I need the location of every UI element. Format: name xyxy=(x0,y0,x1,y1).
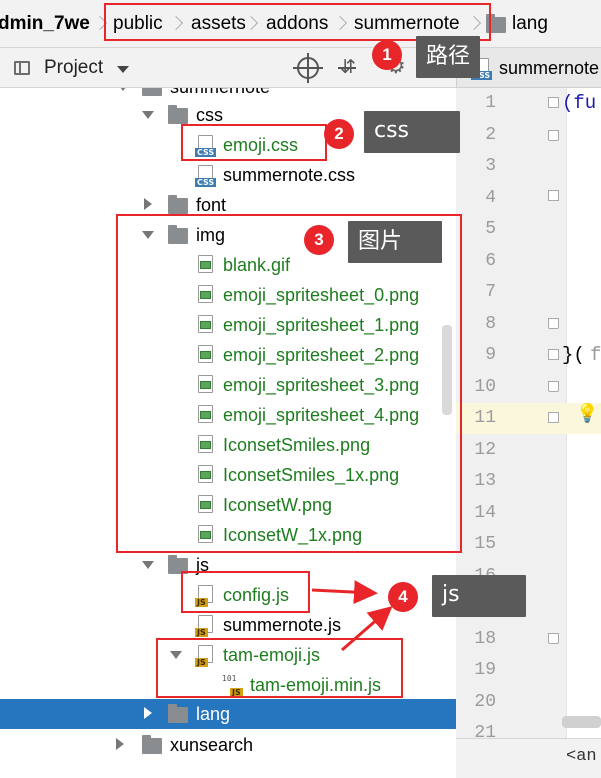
expand-arrow-icon[interactable] xyxy=(142,561,154,569)
fold-marker-icon[interactable] xyxy=(548,349,559,360)
annotation-box-tam-emoji xyxy=(156,638,403,698)
tree-label: font xyxy=(196,195,227,215)
annotation-badge-4: 4 xyxy=(388,582,418,612)
tree-label: summernote.css xyxy=(223,165,356,185)
fold-marker-icon[interactable] xyxy=(548,318,559,329)
line-number: 20 xyxy=(474,692,496,712)
fold-marker-icon[interactable] xyxy=(548,190,559,201)
annotation-label-images: 图片 xyxy=(348,221,442,263)
annotation-label-js: js xyxy=(432,575,526,617)
tree-folder-xunsearch[interactable]: xunsearch xyxy=(0,730,456,760)
folder-icon xyxy=(142,88,162,96)
line-number: 11 xyxy=(474,408,496,428)
lightbulb-icon[interactable]: 💡 xyxy=(576,403,598,424)
fold-marker-icon[interactable] xyxy=(548,381,559,392)
annotation-badge-3: 3 xyxy=(304,225,334,255)
line-number: 8 xyxy=(485,314,496,334)
annotation-box-images xyxy=(116,214,462,553)
code-line-9: }( xyxy=(562,344,585,366)
project-panel-title[interactable]: Project xyxy=(44,57,103,79)
line-number: 14 xyxy=(474,503,496,523)
line-number: 2 xyxy=(485,125,496,145)
line-number: 10 xyxy=(474,377,496,397)
expand-arrow-icon[interactable] xyxy=(142,111,154,119)
tree-folder-lang[interactable]: lang xyxy=(0,699,456,729)
annotation-badge-1: 1 xyxy=(372,40,402,70)
line-number: 7 xyxy=(485,282,496,302)
fold-marker-icon[interactable] xyxy=(548,130,559,141)
collapsed-arrow-icon[interactable] xyxy=(116,738,124,750)
css-file-icon: CSS xyxy=(195,165,217,187)
line-number: 13 xyxy=(474,471,496,491)
folder-icon xyxy=(168,195,188,214)
breadcrumb-project[interactable]: dmin_7we xyxy=(0,12,90,36)
code-line-1: (fu xyxy=(562,92,597,114)
fold-marker-icon[interactable] xyxy=(548,412,559,423)
locate-file-icon[interactable] xyxy=(293,53,323,83)
chevron-down-icon[interactable] xyxy=(117,66,129,73)
line-number: 18 xyxy=(474,629,496,649)
line-number: 4 xyxy=(485,188,496,208)
project-panel-icon[interactable] xyxy=(14,61,30,75)
tree-file-summernote-js[interactable]: JS summernote.js xyxy=(0,610,456,640)
line-number: 15 xyxy=(474,534,496,554)
line-number: 1 xyxy=(485,93,496,113)
annotation-box-config-js xyxy=(181,571,310,613)
breadcrumb-lang[interactable]: lang xyxy=(512,12,548,36)
collapse-all-icon[interactable] xyxy=(336,56,358,79)
expand-arrow-icon[interactable] xyxy=(117,88,129,91)
chevron-right-icon xyxy=(95,13,104,35)
line-number: 12 xyxy=(474,440,496,460)
tree-label: summernote.js xyxy=(223,615,342,635)
editor-bottom-crumb[interactable]: <an xyxy=(566,747,597,766)
tree-file-summernote-css[interactable]: CSS summernote.css xyxy=(0,160,456,190)
fold-marker-icon[interactable] xyxy=(548,97,559,108)
editor-breadcrumb-bar: <an xyxy=(456,738,601,778)
line-number: 6 xyxy=(485,251,496,271)
tree-label: css xyxy=(196,105,223,125)
collapsed-arrow-icon[interactable] xyxy=(144,198,152,210)
line-number: 3 xyxy=(485,156,496,176)
code-hint: f xyxy=(590,344,601,366)
folder-icon xyxy=(168,105,188,124)
tree-label: xunsearch xyxy=(170,735,254,755)
annotation-badge-2: 2 xyxy=(324,119,354,149)
js-file-icon: JS xyxy=(195,615,217,637)
folder-icon xyxy=(168,704,188,723)
editor-horizontal-scrollbar[interactable] xyxy=(562,716,601,728)
line-number: 5 xyxy=(485,219,496,239)
editor-tab-label: summernote xyxy=(499,58,600,78)
annotation-label-path: 路径 xyxy=(416,36,481,78)
fold-marker-icon[interactable] xyxy=(548,633,559,644)
line-number: 19 xyxy=(474,660,496,680)
tree-label: lang xyxy=(196,704,231,724)
tree-label: summernote xyxy=(170,88,270,98)
collapsed-arrow-icon[interactable] xyxy=(144,707,152,719)
line-number: 21 xyxy=(474,723,496,738)
line-number: 9 xyxy=(485,345,496,365)
annotation-box-css xyxy=(181,124,327,161)
annotation-label-css: css xyxy=(364,111,460,153)
folder-icon xyxy=(142,735,162,754)
